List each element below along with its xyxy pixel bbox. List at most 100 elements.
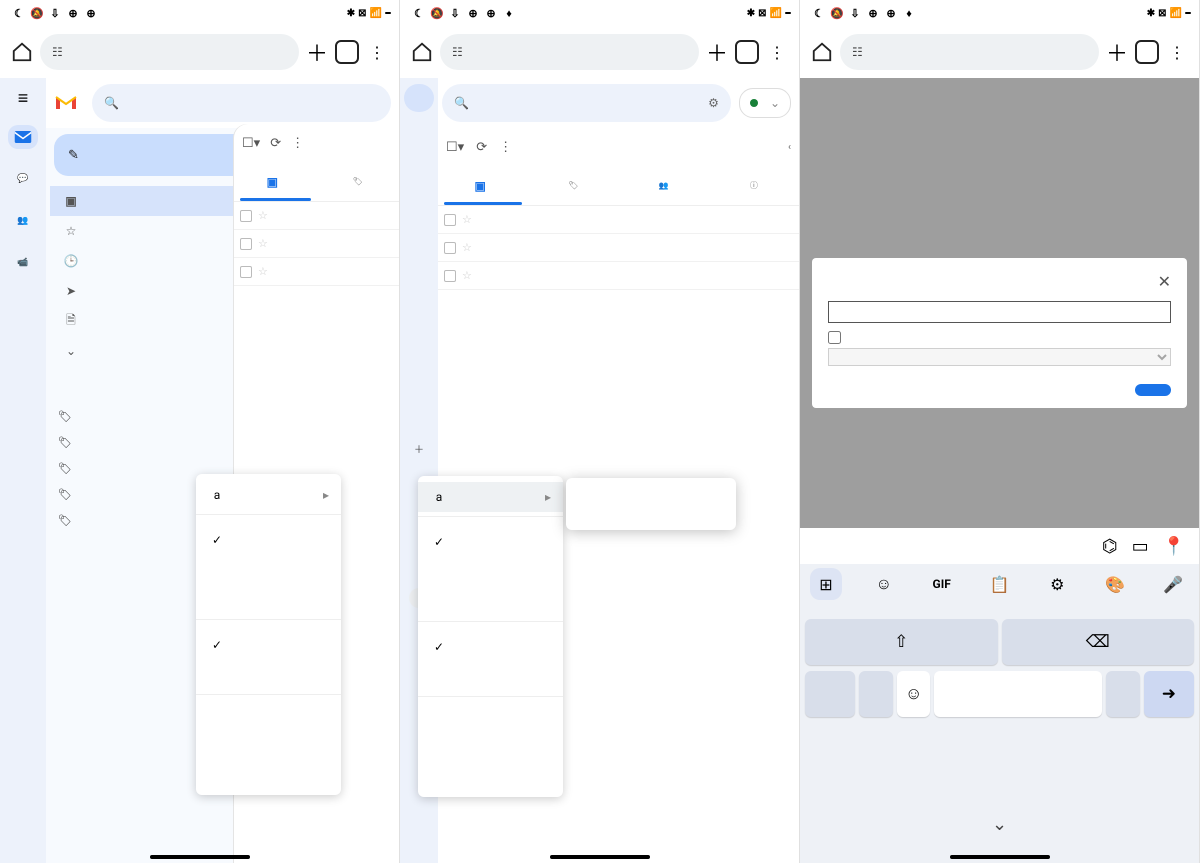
- checkbox[interactable]: [444, 270, 456, 282]
- checkbox[interactable]: [240, 266, 252, 278]
- select-all-checkbox[interactable]: ☐▾: [446, 140, 464, 155]
- browser-menu-icon[interactable]: ⋮: [365, 40, 389, 64]
- key-icon[interactable]: ⌬: [1102, 536, 1118, 557]
- home-icon[interactable]: [10, 40, 34, 64]
- emoji-key[interactable]: ☺: [897, 671, 931, 717]
- nest-select[interactable]: [828, 348, 1171, 366]
- menu-add-sublabel[interactable]: [418, 761, 563, 791]
- star-icon[interactable]: ☆: [462, 241, 472, 254]
- email-row[interactable]: ☆: [234, 202, 399, 230]
- star-icon[interactable]: ☆: [462, 269, 472, 282]
- enter-key[interactable]: ➜: [1144, 671, 1194, 717]
- checkbox[interactable]: [444, 242, 456, 254]
- tab-switcher[interactable]: [1135, 40, 1159, 64]
- nav-handle[interactable]: [550, 855, 650, 859]
- tab-promotions[interactable]: 🏷: [528, 181, 618, 190]
- menu-edit[interactable]: [196, 699, 341, 729]
- star-icon[interactable]: ☆: [258, 209, 268, 222]
- select-all-checkbox[interactable]: ☐▾: [242, 136, 260, 151]
- kb-theme-icon[interactable]: 🎨: [1099, 568, 1131, 600]
- checkbox[interactable]: [240, 210, 252, 222]
- tab-switcher[interactable]: [335, 40, 359, 64]
- kb-settings-icon[interactable]: ⚙: [1041, 568, 1073, 600]
- menu-hide[interactable]: [196, 585, 341, 615]
- menu-show-msg[interactable]: ✓: [418, 632, 563, 662]
- save-button[interactable]: [1135, 384, 1171, 396]
- url-bar[interactable]: ☷: [840, 34, 1099, 70]
- menu-show[interactable]: ✓: [418, 527, 563, 557]
- tab-primary[interactable]: ▣: [438, 166, 528, 205]
- location-icon[interactable]: 📍: [1163, 536, 1185, 557]
- new-tab-icon[interactable]: ＋: [705, 40, 729, 64]
- home-icon[interactable]: [810, 40, 834, 64]
- refresh-icon[interactable]: ⟳: [270, 136, 281, 151]
- backspace-key[interactable]: ⌫: [1002, 619, 1195, 665]
- rail-chat[interactable]: 💬: [0, 167, 46, 193]
- add-label-icon[interactable]: ＋: [400, 434, 438, 462]
- browser-menu-icon[interactable]: ⋮: [1165, 40, 1189, 64]
- tab-promotions[interactable]: 🏷: [317, 177, 400, 186]
- space-key[interactable]: [934, 671, 1102, 717]
- comma-key[interactable]: [859, 671, 893, 717]
- more-actions-icon[interactable]: ⋮: [291, 136, 304, 151]
- gmail-logo[interactable]: [54, 91, 84, 115]
- search-input[interactable]: 🔍: [92, 84, 391, 122]
- menu-add-sublabel[interactable]: [196, 759, 341, 789]
- hamburger-icon[interactable]: ≡: [18, 88, 29, 109]
- email-row[interactable]: ☆: [234, 230, 399, 258]
- nav-handle[interactable]: [950, 855, 1050, 859]
- star-icon[interactable]: ☆: [462, 213, 472, 226]
- menu-show[interactable]: ✓: [196, 525, 341, 555]
- new-tab-icon[interactable]: ＋: [1105, 40, 1129, 64]
- menu-show-if-unread[interactable]: [418, 557, 563, 587]
- tab-social[interactable]: 👥: [619, 181, 709, 190]
- new-tab-icon[interactable]: ＋: [305, 40, 329, 64]
- label-name-input[interactable]: [828, 301, 1171, 323]
- nest-checkbox[interactable]: [828, 331, 841, 344]
- rail-mail[interactable]: [0, 125, 46, 151]
- numeric-key[interactable]: [805, 671, 855, 717]
- kb-menu-icon[interactable]: ⊞: [810, 568, 842, 600]
- star-icon[interactable]: ☆: [258, 265, 268, 278]
- menu-label-colour[interactable]: a▸: [418, 482, 563, 512]
- checkbox[interactable]: [444, 214, 456, 226]
- menu-remove-label[interactable]: [418, 731, 563, 761]
- tab-updates[interactable]: ⓘ: [709, 180, 799, 191]
- collapse-keyboard-icon[interactable]: ⌄: [992, 814, 1007, 835]
- add-custom-colour[interactable]: [576, 500, 726, 510]
- kb-mic-icon[interactable]: 🎤: [1157, 568, 1189, 600]
- search-input[interactable]: 🔍 ⚙: [442, 84, 731, 122]
- url-bar[interactable]: ☷: [440, 34, 699, 70]
- more-actions-icon[interactable]: ⋮: [499, 140, 512, 155]
- menu-label-colour[interactable]: a▸: [196, 480, 341, 510]
- url-bar[interactable]: ☷: [40, 34, 299, 70]
- email-row[interactable]: ☆: [438, 234, 799, 262]
- rail-spaces[interactable]: 👥: [0, 209, 46, 235]
- menu-hide-msg[interactable]: [418, 662, 563, 692]
- home-icon[interactable]: [410, 40, 434, 64]
- prev-page-icon[interactable]: ‹: [788, 142, 791, 153]
- email-row[interactable]: ☆: [234, 258, 399, 286]
- star-icon[interactable]: ☆: [258, 237, 268, 250]
- kb-gif-icon[interactable]: GIF: [926, 568, 958, 600]
- card-icon[interactable]: ▭: [1132, 536, 1149, 557]
- menu-remove-label[interactable]: [196, 729, 341, 759]
- kb-sticker-icon[interactable]: ☺: [868, 568, 900, 600]
- menu-hide-msg[interactable]: [196, 660, 341, 690]
- kb-clipboard-icon[interactable]: 📋: [983, 568, 1015, 600]
- checkbox[interactable]: [240, 238, 252, 250]
- close-icon[interactable]: ✕: [1158, 272, 1171, 291]
- remove-colour[interactable]: [576, 510, 726, 520]
- status-chip[interactable]: ⌄: [739, 88, 791, 118]
- rail-meet[interactable]: 📹: [0, 251, 46, 277]
- filter-icon[interactable]: ⚙: [708, 96, 719, 110]
- period-key[interactable]: [1106, 671, 1140, 717]
- menu-show-if-unread[interactable]: [196, 555, 341, 585]
- refresh-icon[interactable]: ⟳: [476, 140, 487, 155]
- tab-primary[interactable]: ▣: [234, 162, 317, 201]
- menu-hide[interactable]: [418, 587, 563, 617]
- menu-show-msg[interactable]: ✓: [196, 630, 341, 660]
- menu-edit[interactable]: [418, 701, 563, 731]
- tab-switcher[interactable]: [735, 40, 759, 64]
- email-row[interactable]: ☆: [438, 206, 799, 234]
